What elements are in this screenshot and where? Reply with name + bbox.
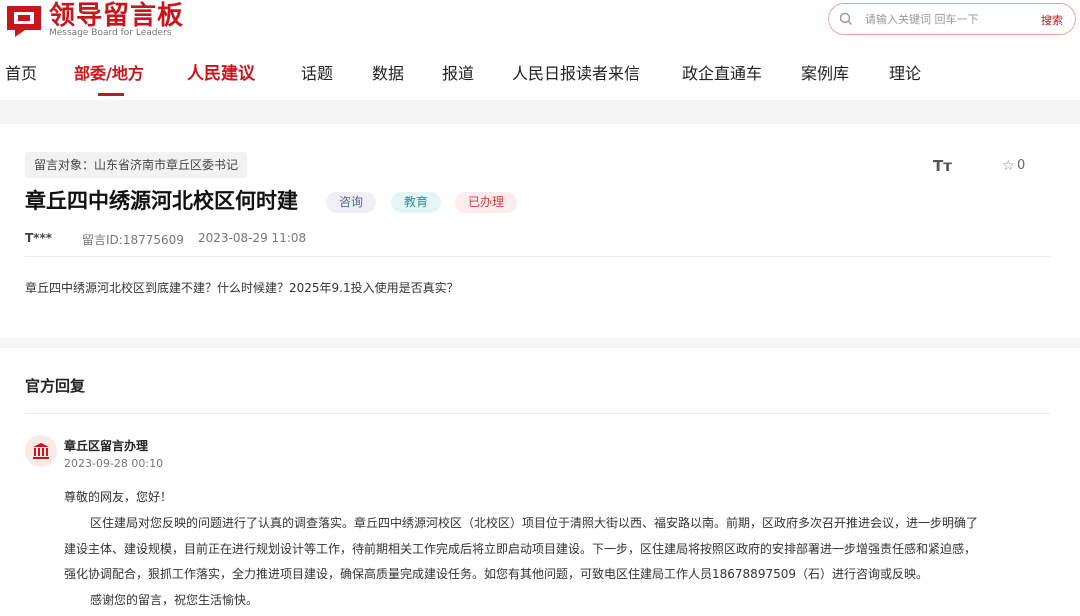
message-time: 2023-08-29 11:08 [198,231,307,245]
nav-item-theory[interactable]: 理论 [889,62,921,86]
message-target: 留言对象：山东省济南市章丘区委书记 [25,152,248,178]
site-title[interactable]: 领导留言板 [49,1,184,31]
reply-greeting: 尊敬的网友，您好！ [64,490,173,504]
status-badge: 已办理 [455,192,518,213]
nav-item-data[interactable]: 数据 [372,62,404,86]
reply-paragraph-line: 建设主体、建设规模，目前正在进行规划设计等工作，待前期相关工作完成后将立即启动项… [64,542,977,556]
reply-org-name: 章丘区留言办理 [64,439,149,453]
nav-active-indicator [98,93,124,96]
message-board-logo-icon[interactable] [5,4,43,38]
nav-item-gov-enterprise[interactable]: 政企直通车 [682,62,762,86]
nav-item-case-library[interactable]: 案例库 [801,62,849,86]
site-header: 领导留言板 Message Board for Leaders 搜索 首页 部委… [0,0,1080,100]
reply-time: 2023-09-28 00:10 [64,457,164,470]
tag-consult: 咨询 [326,192,377,213]
nav-item-people-suggestions[interactable]: 人民建议 [187,62,255,86]
official-reply-card: 官方回复 章丘区留言办理 2023-09-28 00:10 尊敬的网友，您好！ … [0,348,1080,616]
reply-closing: 感谢您的留言，祝您生活愉快。 [90,593,259,607]
reply-paragraph-line: 区住建局对您反映的问题进行了认真的调查落实。章丘四中绣源河校区（北校区）项目位于… [90,516,979,530]
divider [25,413,1050,414]
nav-item-ministries-local[interactable]: 部委/地方 [74,62,144,86]
search-input[interactable] [865,11,1025,28]
message-card: 留言对象：山东省济南市章丘区委书记 Tт ☆ 0 章丘四中绣源河北校区何时建 咨… [0,124,1080,338]
search-icon [839,12,852,25]
divider [25,256,1050,257]
search-button[interactable]: 搜索 [1041,12,1063,28]
tag-education: 教育 [391,192,442,213]
site-subtitle: Message Board for Leaders [49,28,172,38]
star-icon[interactable]: ☆ [1002,158,1015,174]
main-nav: 首页 部委/地方 人民建议 话题 数据 报道 人民日报读者来信 政企直通车 案例… [0,62,1000,98]
government-building-icon [25,435,57,467]
nav-item-readers-letters[interactable]: 人民日报读者来信 [512,62,640,86]
message-body: 章丘四中绣源河北校区到底建不建？什么时候建？2025年9.1投入使用是否真实？ [25,281,459,295]
search-box: 搜索 [828,3,1076,35]
message-title: 章丘四中绣源河北校区何时建 [25,189,298,213]
nav-item-home[interactable]: 首页 [5,62,37,86]
nav-item-topics[interactable]: 话题 [301,62,333,86]
reply-heading: 官方回复 [25,377,86,395]
nav-item-reports[interactable]: 报道 [442,62,474,86]
favorite-count: 0 [1017,158,1026,173]
message-author: T*** [25,231,53,245]
reply-paragraph-line: 强化协调配合，狠抓工作落实，全力推进项目建设，确保高质量完成建设任务。如您有其他… [64,567,928,581]
font-size-icon[interactable]: Tт [933,157,952,175]
message-id: 留言ID:18775609 [82,233,184,247]
